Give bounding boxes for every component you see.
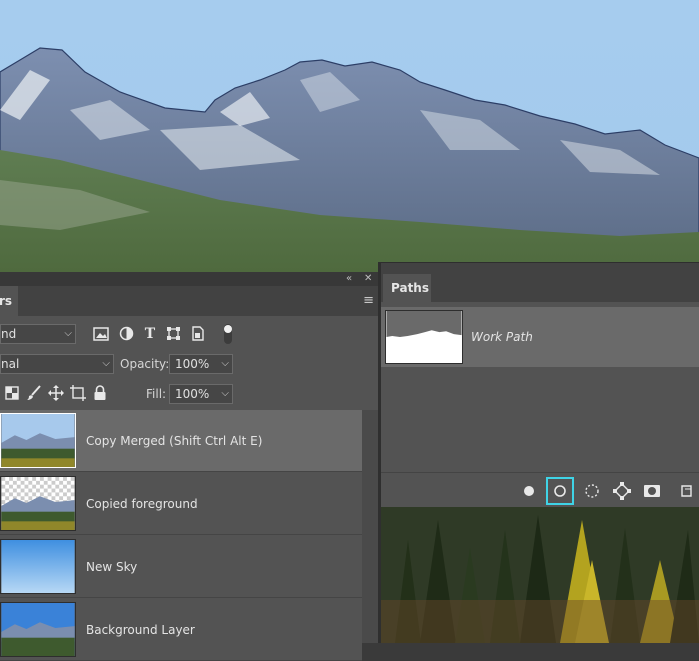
new-path-icon [681, 485, 692, 497]
layer-row-copy-merged[interactable]: Copy Merged (Shift Ctrl Alt E) [0, 410, 362, 472]
adjustment-filter-icon[interactable] [119, 326, 134, 341]
fill-path-icon [524, 486, 534, 496]
lock-all-icon[interactable] [93, 385, 107, 401]
stroke-path-button[interactable] [546, 477, 574, 505]
fill-label: Fill: [146, 387, 167, 401]
add-mask-button[interactable] [638, 477, 666, 505]
chevron-down-icon: ⌵ [221, 358, 229, 369]
fill-path-button[interactable] [515, 477, 543, 505]
lock-transparent-pixels-icon[interactable] [5, 386, 19, 400]
layers-scrollbar[interactable] [362, 410, 378, 643]
layers-panel-titlebar: « ✕ [0, 272, 378, 286]
layer-row-copied-foreground[interactable]: Copied foreground [0, 473, 362, 535]
paths-panel: Paths Work Path [381, 262, 699, 507]
fill-field[interactable]: 100% ⌵ [169, 384, 233, 404]
blend-mode-dropdown[interactable]: nal ⌵ [0, 354, 114, 374]
add-mask-icon [644, 485, 660, 497]
smart-object-filter-icon[interactable] [191, 326, 205, 341]
blend-mode-row: nal ⌵ Opacity: 100% ⌵ [0, 353, 378, 375]
layer-row-background[interactable]: Background Layer [0, 599, 362, 661]
paths-footer [381, 472, 699, 507]
close-panel-icon[interactable]: ✕ [364, 272, 372, 286]
layer-thumbnail [0, 539, 76, 594]
opacity-field[interactable]: 100% ⌵ [169, 354, 233, 374]
layer-row-new-sky[interactable]: New Sky [0, 536, 362, 598]
layers-tabbar: rs ≡ [0, 286, 378, 316]
paths-tabbar: Paths [381, 262, 699, 303]
tab-layers-label: rs [0, 294, 13, 308]
tab-paths[interactable]: Paths [383, 274, 431, 303]
lock-position-icon[interactable] [48, 385, 64, 401]
new-path-button[interactable] [674, 477, 699, 505]
blend-mode-value: nal [1, 357, 20, 371]
shape-filter-icon[interactable] [166, 326, 181, 341]
lock-image-pixels-icon[interactable] [26, 385, 42, 401]
layer-name: Copy Merged (Shift Ctrl Alt E) [86, 434, 263, 448]
pixel-filter-icon[interactable] [93, 327, 109, 341]
chevron-down-icon: ⌵ [64, 328, 72, 339]
filter-kind-dropdown[interactable]: nd ⌵ [0, 324, 76, 344]
make-work-path-button[interactable] [608, 477, 636, 505]
tab-layers[interactable]: rs [0, 286, 18, 316]
path-thumbnail [385, 310, 463, 364]
layer-thumbnail [0, 413, 76, 468]
type-filter-icon[interactable]: T [141, 324, 159, 344]
collapse-panels-icon[interactable]: « [346, 272, 352, 286]
panel-menu-icon[interactable]: ≡ [363, 293, 374, 308]
layer-filter-row: nd ⌵ T [0, 323, 378, 345]
lock-artboard-icon[interactable] [70, 385, 86, 401]
chevron-down-icon: ⌵ [102, 358, 110, 369]
filter-kind-value: nd [1, 327, 17, 341]
opacity-label: Opacity: [120, 357, 170, 371]
path-row-work-path[interactable]: Work Path [381, 307, 699, 367]
chevron-down-icon: ⌵ [221, 388, 229, 399]
layer-name: Background Layer [86, 623, 195, 637]
load-selection-button[interactable] [578, 477, 606, 505]
filter-toggle-switch[interactable] [222, 323, 234, 345]
layer-thumbnail [0, 602, 76, 657]
layers-panel: « ✕ rs ≡ nd ⌵ T nal ⌵ Opacity: 100% ⌵ Fi… [0, 272, 378, 661]
make-work-path-icon [613, 482, 631, 500]
layers-list: Copy Merged (Shift Ctrl Alt E) Copied fo… [0, 410, 362, 661]
opacity-value: 100% [175, 357, 210, 371]
layer-name: New Sky [86, 560, 138, 574]
lock-row: Fill: 100% ⌵ [0, 383, 378, 405]
stroke-path-icon [554, 485, 566, 497]
fill-value: 100% [175, 387, 210, 401]
path-name: Work Path [471, 330, 533, 344]
load-selection-icon [585, 484, 599, 498]
layer-name: Copied foreground [86, 497, 198, 511]
layer-thumbnail [0, 476, 76, 531]
